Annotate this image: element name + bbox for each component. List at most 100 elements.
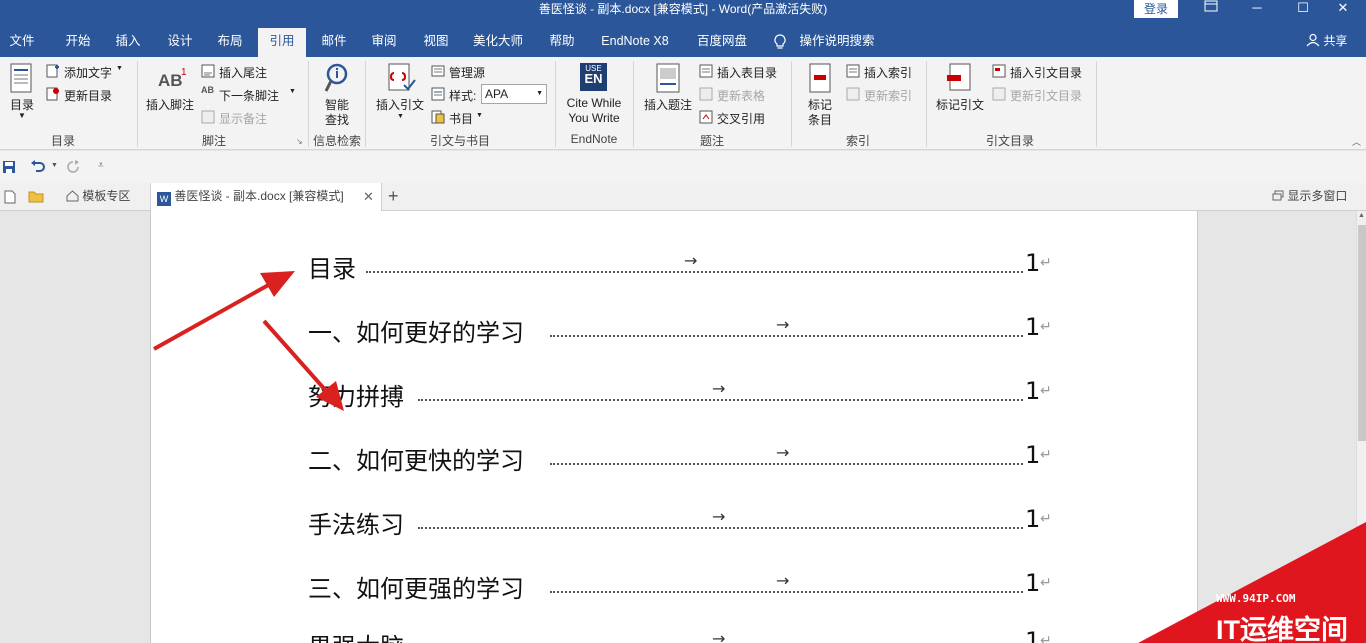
- ribbon-display-icon[interactable]: [1188, 0, 1234, 20]
- toc-entry[interactable]: 目录 → 1 ↵: [308, 249, 1053, 284]
- quick-access-toolbar: ▼ ⩡: [0, 151, 1366, 183]
- dialog-launcher-icon[interactable]: ↘: [296, 137, 303, 146]
- tab-mailings[interactable]: 邮件: [312, 28, 356, 57]
- group-divider: [555, 61, 556, 147]
- paragraph-mark: ↵: [1040, 511, 1052, 527]
- tab-review[interactable]: 审阅: [362, 28, 406, 57]
- multi-window-icon: [1272, 190, 1284, 201]
- tab-design[interactable]: 设计: [158, 28, 202, 57]
- tab-arrow-mark: →: [712, 379, 726, 398]
- close-button[interactable]: ✕: [1320, 0, 1366, 20]
- toc-entry[interactable]: 努力拼搏 → 1 ↵: [308, 377, 1053, 412]
- bibliography-button[interactable]: 书目: [449, 110, 473, 127]
- cross-reference-button[interactable]: 交叉引用: [717, 110, 765, 127]
- tab-layout[interactable]: 布局: [208, 28, 252, 57]
- next-footnote-button[interactable]: 下一条脚注: [219, 87, 279, 104]
- add-tab-button[interactable]: +: [388, 183, 404, 211]
- share-label: 共享: [1323, 34, 1348, 48]
- tab-arrow-mark: →: [776, 315, 790, 334]
- lightbulb-icon: [774, 34, 786, 49]
- style-label: 样式:: [449, 89, 477, 103]
- next-footnote-icon: AB: [201, 85, 214, 95]
- insert-toa-icon: [992, 64, 1006, 78]
- new-doc-icon[interactable]: [4, 190, 16, 204]
- footnote-sup-glyph: 1: [181, 67, 187, 78]
- update-toc-button[interactable]: 更新目录: [64, 87, 112, 104]
- toc-entry-text: 畏强大脑: [308, 627, 404, 643]
- scroll-thumb[interactable]: [1358, 225, 1366, 441]
- add-text-button[interactable]: 添加文字: [64, 64, 112, 81]
- show-notes-icon: [201, 110, 215, 124]
- tab-template-zone[interactable]: 模板专区: [62, 183, 148, 211]
- tab-help[interactable]: 帮助: [540, 28, 584, 57]
- template-tab-label: 模板专区: [82, 189, 131, 203]
- update-table-icon: [699, 87, 713, 101]
- update-toc-icon: [46, 87, 59, 101]
- tab-insert[interactable]: 插入: [106, 28, 150, 57]
- update-index-button[interactable]: 更新索引: [864, 87, 912, 104]
- toc-leader-dots: [550, 335, 1023, 337]
- toc-entry[interactable]: 二、如何更快的学习 → 1 ↵: [308, 441, 1053, 476]
- collapse-ribbon-icon[interactable]: ︿: [1352, 135, 1361, 148]
- tab-references[interactable]: 引用: [258, 28, 306, 57]
- watermark-url: WWW.94IP.COM: [1216, 592, 1296, 605]
- cite-line2: You Write: [568, 111, 620, 125]
- redo-icon[interactable]: [66, 160, 80, 174]
- toc-entry-text: 手法练习: [308, 505, 404, 540]
- insert-index-button[interactable]: 插入索引: [864, 64, 912, 81]
- tab-view[interactable]: 视图: [414, 28, 458, 57]
- toc-page-number: 1: [1025, 505, 1041, 533]
- style-dropdown[interactable]: APA ▼: [481, 84, 547, 104]
- paragraph-mark: ↵: [1040, 319, 1052, 335]
- style-value: APA: [485, 87, 509, 101]
- scroll-up-icon[interactable]: ▲: [1358, 212, 1365, 219]
- toc-entry[interactable]: 畏强大脑 → 1↵: [308, 627, 1053, 643]
- tab-current-document[interactable]: W 善医怪谈 - 副本.docx [兼容模式] ✕: [150, 183, 382, 211]
- toc-page-number: 1: [1025, 441, 1041, 469]
- tab-beautify[interactable]: 美化大师: [468, 28, 528, 57]
- toc-leader-dots: [418, 527, 1023, 529]
- multi-window-button[interactable]: 显示多窗口: [1272, 183, 1362, 211]
- undo-icon[interactable]: [30, 160, 46, 174]
- minimize-button[interactable]: ─: [1234, 0, 1280, 20]
- chevron-down-icon: ▼: [536, 90, 543, 97]
- tab-endnote[interactable]: EndNote X8: [594, 28, 676, 57]
- table-of-figures-icon: [699, 64, 713, 78]
- save-icon[interactable]: [2, 160, 16, 174]
- watermark-logo: WWW.94IP.COM IT运维空间: [1138, 522, 1366, 643]
- endnote-group-label: EndNote: [570, 132, 618, 146]
- update-toa-button[interactable]: 更新引文目录: [1010, 87, 1082, 104]
- tab-baidu[interactable]: 百度网盘: [690, 28, 754, 57]
- folder-icon[interactable]: [28, 190, 44, 203]
- insert-table-of-figures-button[interactable]: 插入表目录: [717, 64, 777, 81]
- chevron-down-icon: ▼: [397, 113, 404, 120]
- mark-entry-line2: 条目: [807, 113, 832, 127]
- tab-file[interactable]: 文件: [0, 28, 44, 57]
- toc-entry[interactable]: 三、如何更强的学习 → 1 ↵: [308, 569, 1053, 604]
- toc-entry[interactable]: 一、如何更好的学习 → 1 ↵: [308, 313, 1053, 348]
- manage-sources-button[interactable]: 管理源: [449, 64, 485, 81]
- customize-qat-icon[interactable]: ⩡: [98, 160, 104, 171]
- toc-entry[interactable]: 手法练习 → 1 ↵: [308, 505, 1053, 540]
- insert-caption-label: 插入题注: [644, 98, 693, 112]
- tell-me-search[interactable]: 操作说明搜索: [798, 28, 876, 57]
- show-notes-button[interactable]: 显示备注: [219, 110, 267, 127]
- toc-leader-dots: [418, 399, 1023, 401]
- insert-endnote-button[interactable]: 插入尾注: [219, 64, 267, 81]
- research-group-label: 信息检索: [312, 134, 361, 148]
- insert-toa-button[interactable]: 插入引文目录: [1010, 64, 1082, 81]
- endnote-icon-text2: EN: [584, 71, 603, 86]
- toc-group-label: 目录: [50, 134, 75, 148]
- tab-arrow-mark: →: [712, 629, 726, 643]
- update-table-button[interactable]: 更新表格: [717, 87, 765, 104]
- tab-home[interactable]: 开始: [56, 28, 100, 57]
- share-button[interactable]: 共享: [1306, 28, 1347, 57]
- paragraph-mark: ↵: [1040, 383, 1052, 399]
- chevron-down-icon[interactable]: ▼: [51, 162, 58, 169]
- bibliography-icon: [431, 110, 445, 124]
- close-tab-icon[interactable]: ✕: [363, 183, 374, 210]
- group-divider: [633, 61, 634, 147]
- insert-endnote-icon: [201, 64, 215, 78]
- login-button[interactable]: 登录: [1134, 0, 1178, 18]
- style-icon: [431, 87, 445, 101]
